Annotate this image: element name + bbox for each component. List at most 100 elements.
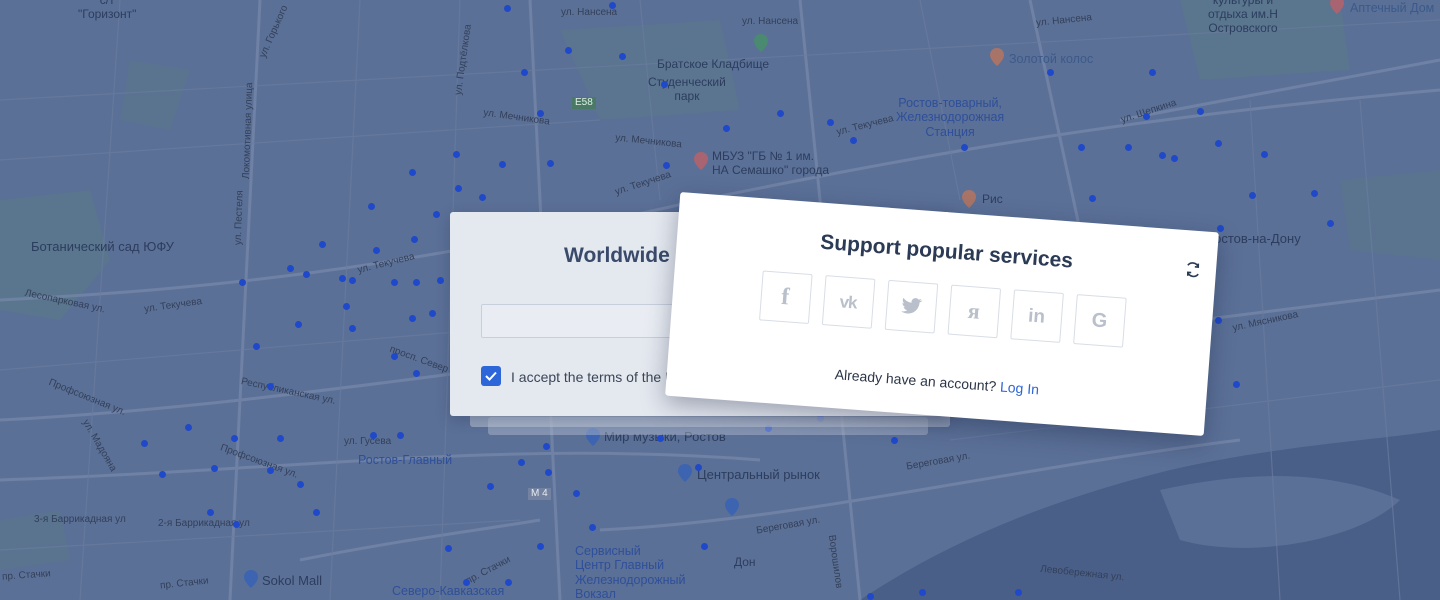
map-marker[interactable] bbox=[391, 279, 398, 286]
map-marker[interactable] bbox=[573, 490, 580, 497]
map-marker[interactable] bbox=[211, 465, 218, 472]
map-marker[interactable] bbox=[445, 545, 452, 552]
map-marker[interactable] bbox=[777, 110, 784, 117]
food-pin-icon[interactable] bbox=[990, 48, 1004, 66]
map-marker[interactable] bbox=[409, 169, 416, 176]
map-marker[interactable] bbox=[391, 353, 398, 360]
twitter-button[interactable] bbox=[884, 279, 938, 334]
vk-button[interactable]: vk bbox=[821, 275, 875, 329]
map-marker[interactable] bbox=[961, 144, 968, 151]
map-marker[interactable] bbox=[547, 160, 554, 167]
map-marker[interactable] bbox=[661, 81, 668, 88]
map-marker[interactable] bbox=[207, 509, 214, 516]
map-marker[interactable] bbox=[277, 435, 284, 442]
map-marker[interactable] bbox=[373, 247, 380, 254]
map-marker[interactable] bbox=[1233, 381, 1240, 388]
map-marker[interactable] bbox=[1261, 151, 1268, 158]
map-marker[interactable] bbox=[437, 277, 444, 284]
map-marker[interactable] bbox=[1159, 152, 1166, 159]
map-marker[interactable] bbox=[339, 275, 346, 282]
hospital-pin-icon[interactable] bbox=[694, 152, 708, 170]
map-marker[interactable] bbox=[368, 203, 375, 210]
map-marker[interactable] bbox=[413, 279, 420, 286]
map-marker[interactable] bbox=[1217, 225, 1224, 232]
map-marker[interactable] bbox=[504, 5, 511, 12]
map-marker[interactable] bbox=[589, 524, 596, 531]
map-marker[interactable] bbox=[253, 343, 260, 350]
map-marker[interactable] bbox=[370, 432, 377, 439]
map-marker[interactable] bbox=[1078, 144, 1085, 151]
map-marker[interactable] bbox=[919, 589, 926, 596]
map-marker[interactable] bbox=[231, 435, 238, 442]
map-marker[interactable] bbox=[159, 471, 166, 478]
yandex-button[interactable]: я bbox=[946, 284, 1001, 339]
map-marker[interactable] bbox=[701, 543, 708, 550]
map-marker[interactable] bbox=[891, 437, 898, 444]
map-marker[interactable] bbox=[1047, 69, 1054, 76]
map-marker[interactable] bbox=[343, 303, 350, 310]
map-marker[interactable] bbox=[1015, 589, 1022, 596]
map-marker[interactable] bbox=[518, 459, 525, 466]
map-marker[interactable] bbox=[695, 464, 702, 471]
google-button[interactable]: G bbox=[1072, 294, 1127, 348]
map-marker[interactable] bbox=[543, 443, 550, 450]
map-marker[interactable] bbox=[297, 481, 304, 488]
shop-pin-icon[interactable] bbox=[725, 498, 739, 516]
map-marker[interactable] bbox=[1143, 113, 1150, 120]
map-marker[interactable] bbox=[663, 162, 670, 169]
map-marker[interactable] bbox=[1171, 155, 1178, 162]
linkedin-button[interactable]: in bbox=[1009, 289, 1064, 343]
food-pin-icon[interactable] bbox=[962, 190, 976, 208]
map-marker[interactable] bbox=[185, 424, 192, 431]
map-marker[interactable] bbox=[411, 236, 418, 243]
map-marker[interactable] bbox=[1215, 317, 1222, 324]
map-marker[interactable] bbox=[1125, 144, 1132, 151]
terms-checkbox[interactable] bbox=[481, 366, 501, 386]
shop-pin-icon[interactable] bbox=[244, 570, 258, 588]
map-marker[interactable] bbox=[319, 241, 326, 248]
map-marker[interactable] bbox=[429, 310, 436, 317]
map-marker[interactable] bbox=[537, 543, 544, 550]
map-marker[interactable] bbox=[409, 315, 416, 322]
map-marker[interactable] bbox=[657, 435, 664, 442]
map-marker[interactable] bbox=[1249, 192, 1256, 199]
refresh-icon[interactable] bbox=[1183, 260, 1202, 279]
map-marker[interactable] bbox=[521, 69, 528, 76]
map-marker[interactable] bbox=[267, 467, 274, 474]
map-marker[interactable] bbox=[287, 265, 294, 272]
map-marker[interactable] bbox=[453, 151, 460, 158]
map-marker[interactable] bbox=[1197, 108, 1204, 115]
map-marker[interactable] bbox=[723, 125, 730, 132]
map-marker[interactable] bbox=[545, 469, 552, 476]
map-marker[interactable] bbox=[609, 2, 616, 9]
map-marker[interactable] bbox=[267, 383, 274, 390]
map-marker[interactable] bbox=[349, 277, 356, 284]
map-marker[interactable] bbox=[867, 593, 874, 600]
login-link[interactable]: Log In bbox=[1000, 379, 1040, 398]
map-marker[interactable] bbox=[479, 194, 486, 201]
map-marker[interactable] bbox=[313, 509, 320, 516]
pharmacy-pin-icon[interactable] bbox=[1330, 0, 1344, 14]
map-marker[interactable] bbox=[239, 279, 246, 286]
map-marker[interactable] bbox=[141, 440, 148, 447]
park-pin-icon[interactable] bbox=[754, 34, 768, 52]
map-marker[interactable] bbox=[349, 325, 356, 332]
map-marker[interactable] bbox=[1311, 190, 1318, 197]
shop-pin-icon[interactable] bbox=[678, 464, 692, 482]
map-marker[interactable] bbox=[295, 321, 302, 328]
map-marker[interactable] bbox=[1149, 69, 1156, 76]
map-marker[interactable] bbox=[397, 432, 404, 439]
map-marker[interactable] bbox=[505, 579, 512, 586]
map-marker[interactable] bbox=[233, 521, 240, 528]
map-marker[interactable] bbox=[487, 483, 494, 490]
map-marker[interactable] bbox=[827, 119, 834, 126]
map-marker[interactable] bbox=[619, 53, 626, 60]
map-marker[interactable] bbox=[1327, 220, 1334, 227]
map-marker[interactable] bbox=[1215, 140, 1222, 147]
map-marker[interactable] bbox=[537, 110, 544, 117]
map-marker[interactable] bbox=[463, 579, 470, 586]
map-marker[interactable] bbox=[303, 271, 310, 278]
map-marker[interactable] bbox=[1089, 195, 1096, 202]
map-marker[interactable] bbox=[413, 370, 420, 377]
facebook-button[interactable]: f bbox=[758, 270, 813, 325]
